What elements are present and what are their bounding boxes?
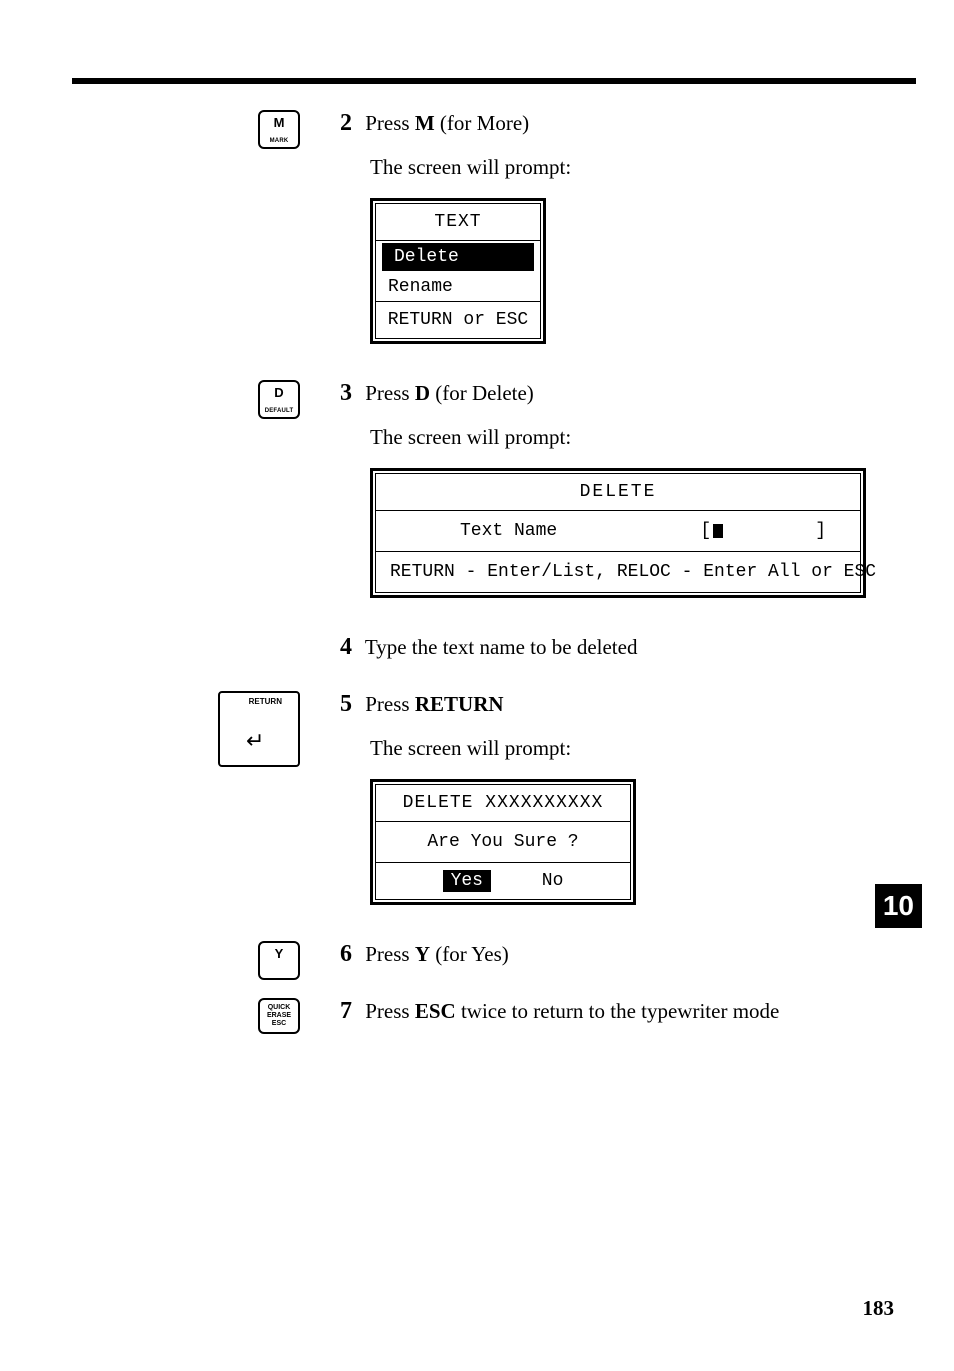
keycap-letter: D [274, 386, 283, 399]
text-cursor [713, 524, 723, 538]
dialog-footer: RETURN or ESC [376, 301, 540, 338]
menu-option-delete: Delete [382, 243, 534, 271]
field-label: Text Name [390, 521, 557, 541]
dialog-title: DELETE XXXXXXXXXX [376, 785, 630, 822]
dialog-title: TEXT [376, 204, 540, 241]
option-no: No [542, 871, 564, 891]
confirm-question: Are You Sure ? [376, 822, 630, 863]
confirm-options: Yes No [376, 863, 630, 899]
step-6-text: 6 Press Y (for Yes) [340, 941, 894, 968]
prompt-label: The screen will prompt: [370, 425, 894, 450]
step-6-row: Y 6 Press Y (for Yes) [70, 941, 894, 986]
prompt-label: The screen will prompt: [370, 736, 894, 761]
step-5-row: RETURN ↵ 5 Press RETURN The screen will … [70, 691, 894, 929]
menu-option-rename: Rename [376, 273, 540, 301]
return-arrow-icon: ↵ [246, 730, 264, 752]
keycap-d: D DEFAULT [258, 380, 300, 419]
step-4-text: 4 Type the text name to be deleted [340, 634, 894, 661]
step-2-text: 2 Press M (for More) [340, 110, 894, 137]
step-5-text: 5 Press RETURN [340, 691, 894, 718]
page-number: 183 [863, 1296, 895, 1321]
page-content: M MARK 2 Press M (for More) The screen w… [70, 110, 894, 1055]
dialog-title: DELETE [376, 474, 860, 511]
keycap-label: RETURN [249, 697, 282, 706]
keycap-return: RETURN ↵ [218, 691, 300, 767]
step-7-row: QUICK ERASE ESC 7 Press ESC twice to ret… [70, 998, 894, 1043]
step-7-text: 7 Press ESC twice to return to the typew… [340, 998, 894, 1025]
confirm-dialog: DELETE XXXXXXXXXX Are You Sure ? Yes No [370, 779, 636, 905]
step-4-row: 4 Type the text name to be deleted [70, 634, 894, 679]
option-yes: Yes [443, 870, 491, 892]
step-3-text: 3 Press D (for Delete) [340, 380, 894, 407]
dialog-footer: RETURN - Enter/List, RELOC - Enter All o… [376, 552, 860, 592]
text-menu-dialog: TEXT Delete Rename RETURN or ESC [370, 198, 546, 344]
keycap-esc: QUICK ERASE ESC [258, 998, 300, 1034]
manual-page: M MARK 2 Press M (for More) The screen w… [0, 0, 954, 1371]
step-3-row: D DEFAULT 3 Press D (for Delete) The scr… [70, 380, 894, 622]
keycap-m: M MARK [258, 110, 300, 149]
bracket-left: [ [700, 521, 711, 541]
keycap-y: Y [258, 941, 300, 980]
top-rule [72, 78, 916, 84]
dialog-field-row: Text Name [] [376, 511, 860, 552]
keycap-sublabel: DEFAULT [265, 408, 294, 414]
keycap-letter: M [274, 116, 285, 129]
step-2-row: M MARK 2 Press M (for More) The screen w… [70, 110, 894, 368]
bracket-right: ] [815, 521, 826, 541]
delete-prompt-dialog: DELETE Text Name [] RETURN - Enter/List,… [370, 468, 866, 598]
prompt-label: The screen will prompt: [370, 155, 894, 180]
section-tab: 10 [875, 884, 922, 928]
dialog-options: Delete Rename [376, 243, 540, 301]
keycap-sublabel: MARK [270, 138, 289, 144]
keycap-letter: Y [275, 947, 284, 960]
